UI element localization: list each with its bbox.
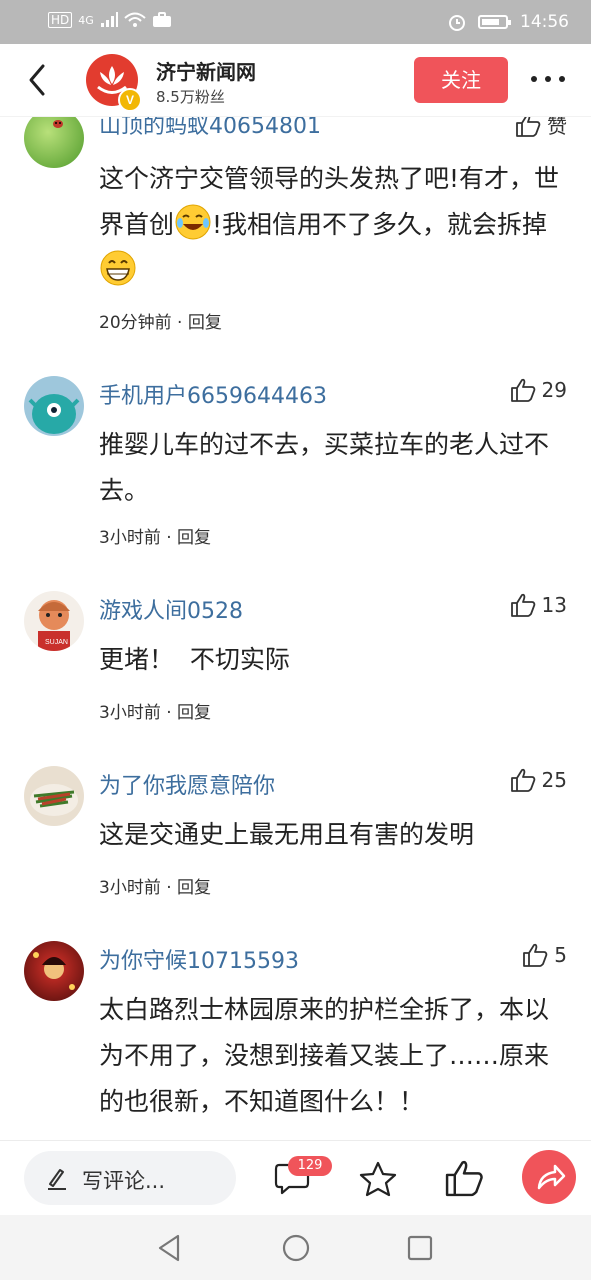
comment-text: 推婴儿车的过不去，买菜拉车的老人过不去。 — [99, 430, 550, 505]
signal-icon — [100, 12, 118, 27]
comment-list[interactable]: 山顶的蚂蚁40654801 赞 这个济宁交管领导的头发热了吧!有才，世界首创 !我… — [0, 116, 591, 1140]
comment-username[interactable]: 山顶的蚂蚁40654801 — [99, 116, 321, 140]
star-icon[interactable] — [359, 1161, 397, 1197]
more-icon[interactable] — [528, 64, 568, 94]
like-count: 赞 — [547, 116, 567, 138]
comment-text: 更堵！ 不切实际 — [99, 645, 290, 674]
avatar[interactable] — [24, 376, 84, 436]
back-arrow-icon[interactable] — [20, 62, 56, 98]
comment-time: 3小时前 — [99, 878, 161, 898]
nav-back-icon[interactable] — [156, 1233, 182, 1263]
separator: · — [160, 703, 178, 723]
svg-text:SUJAN: SUJAN — [45, 639, 68, 646]
comment-meta: 3小时前 · 回复 — [99, 698, 211, 723]
thumbs-up-icon — [516, 116, 541, 137]
follow-button[interactable]: 关注 — [414, 57, 508, 103]
reply-button[interactable]: 回复 — [177, 528, 211, 548]
comment-text: 这个济宁交管领导的头发热了吧!有才，世界首创 !我相信用不了多久，就会拆掉 — [99, 156, 569, 294]
thumbs-up-icon[interactable] — [444, 1159, 484, 1197]
comment-meta: 3小时前 · 回复 — [99, 873, 211, 898]
thumbs-up-icon — [510, 768, 535, 792]
comment-time: 20分钟前 — [99, 313, 172, 333]
app-header: V 济宁新闻网 8.5万粉丝 关注 — [0, 44, 591, 117]
thumbs-up-icon — [510, 378, 535, 402]
like-button[interactable]: 13 — [510, 593, 567, 617]
separator: · — [160, 528, 178, 548]
verified-badge: V — [118, 88, 142, 112]
alarm-icon — [449, 15, 465, 31]
avatar[interactable]: SUJAN — [24, 591, 84, 651]
reply-button[interactable]: 回复 — [188, 313, 222, 333]
share-icon — [537, 1164, 566, 1190]
comment-meta: 20分钟前 · 回复 — [99, 308, 222, 333]
site-name[interactable]: 济宁新闻网 — [156, 56, 256, 85]
hd-icon: HD — [48, 12, 73, 28]
separator: · — [160, 878, 178, 898]
avatar[interactable] — [24, 116, 84, 168]
avatar[interactable] — [24, 766, 84, 826]
write-comment-input[interactable]: 写评论... — [24, 1151, 236, 1205]
comment-username[interactable]: 手机用户6659644463 — [99, 378, 327, 410]
thumbs-up-icon — [510, 593, 535, 617]
bottom-action-bar: 写评论... 129 — [0, 1140, 591, 1216]
share-button[interactable] — [522, 1150, 576, 1204]
comment-text: 这是交通史上最无用且有害的发明 — [99, 820, 475, 849]
clock: 14:56 — [520, 12, 569, 32]
comment-time: 3小时前 — [99, 703, 161, 723]
like-count: 25 — [541, 768, 567, 792]
comment-text: 太白路烈士林园原来的护栏全拆了，本以为不用了，没想到接着又装上了……原来的也很新… — [99, 995, 550, 1116]
briefcase-icon — [152, 12, 171, 27]
like-button[interactable]: 5 — [522, 943, 567, 967]
avatar[interactable] — [24, 941, 84, 1001]
comment-count-badge: 129 — [288, 1156, 332, 1176]
separator: · — [171, 313, 188, 333]
like-button[interactable]: 25 — [510, 768, 567, 792]
grinning-emoji-icon — [100, 250, 136, 286]
nav-home-icon[interactable] — [281, 1233, 311, 1263]
status-bar: HD 4G 14:56 — [0, 0, 591, 44]
like-count: 29 — [541, 378, 567, 402]
system-nav-bar — [0, 1215, 591, 1280]
thumbs-up-icon — [523, 943, 548, 967]
write-comment-placeholder: 写评论... — [82, 1169, 166, 1193]
like-button[interactable]: 29 — [510, 378, 567, 402]
comment-username[interactable]: 为了你我愿意陪你 — [99, 768, 275, 800]
reply-button[interactable]: 回复 — [177, 703, 211, 723]
comment-time: 3小时前 — [99, 528, 161, 548]
battery-icon — [478, 15, 511, 29]
network-label: 4G — [78, 13, 94, 27]
like-button[interactable]: 赞 — [515, 116, 567, 139]
like-count: 5 — [554, 943, 567, 967]
comment-text-part: !我相信用不了多久，就会拆掉 — [212, 210, 548, 239]
comment-meta: 3小时前 · 回复 — [99, 523, 211, 548]
reply-button[interactable]: 回复 — [177, 878, 211, 898]
like-count: 13 — [541, 593, 567, 617]
laughing-crying-emoji-icon — [175, 204, 211, 240]
wifi-icon — [124, 12, 146, 27]
nav-recent-icon[interactable] — [407, 1235, 433, 1261]
fans-count: 8.5万粉丝 — [156, 88, 225, 106]
comment-username[interactable]: 游戏人间0528 — [99, 593, 243, 625]
comment-username[interactable]: 为你守候10715593 — [99, 943, 299, 975]
pencil-icon — [48, 1169, 66, 1190]
